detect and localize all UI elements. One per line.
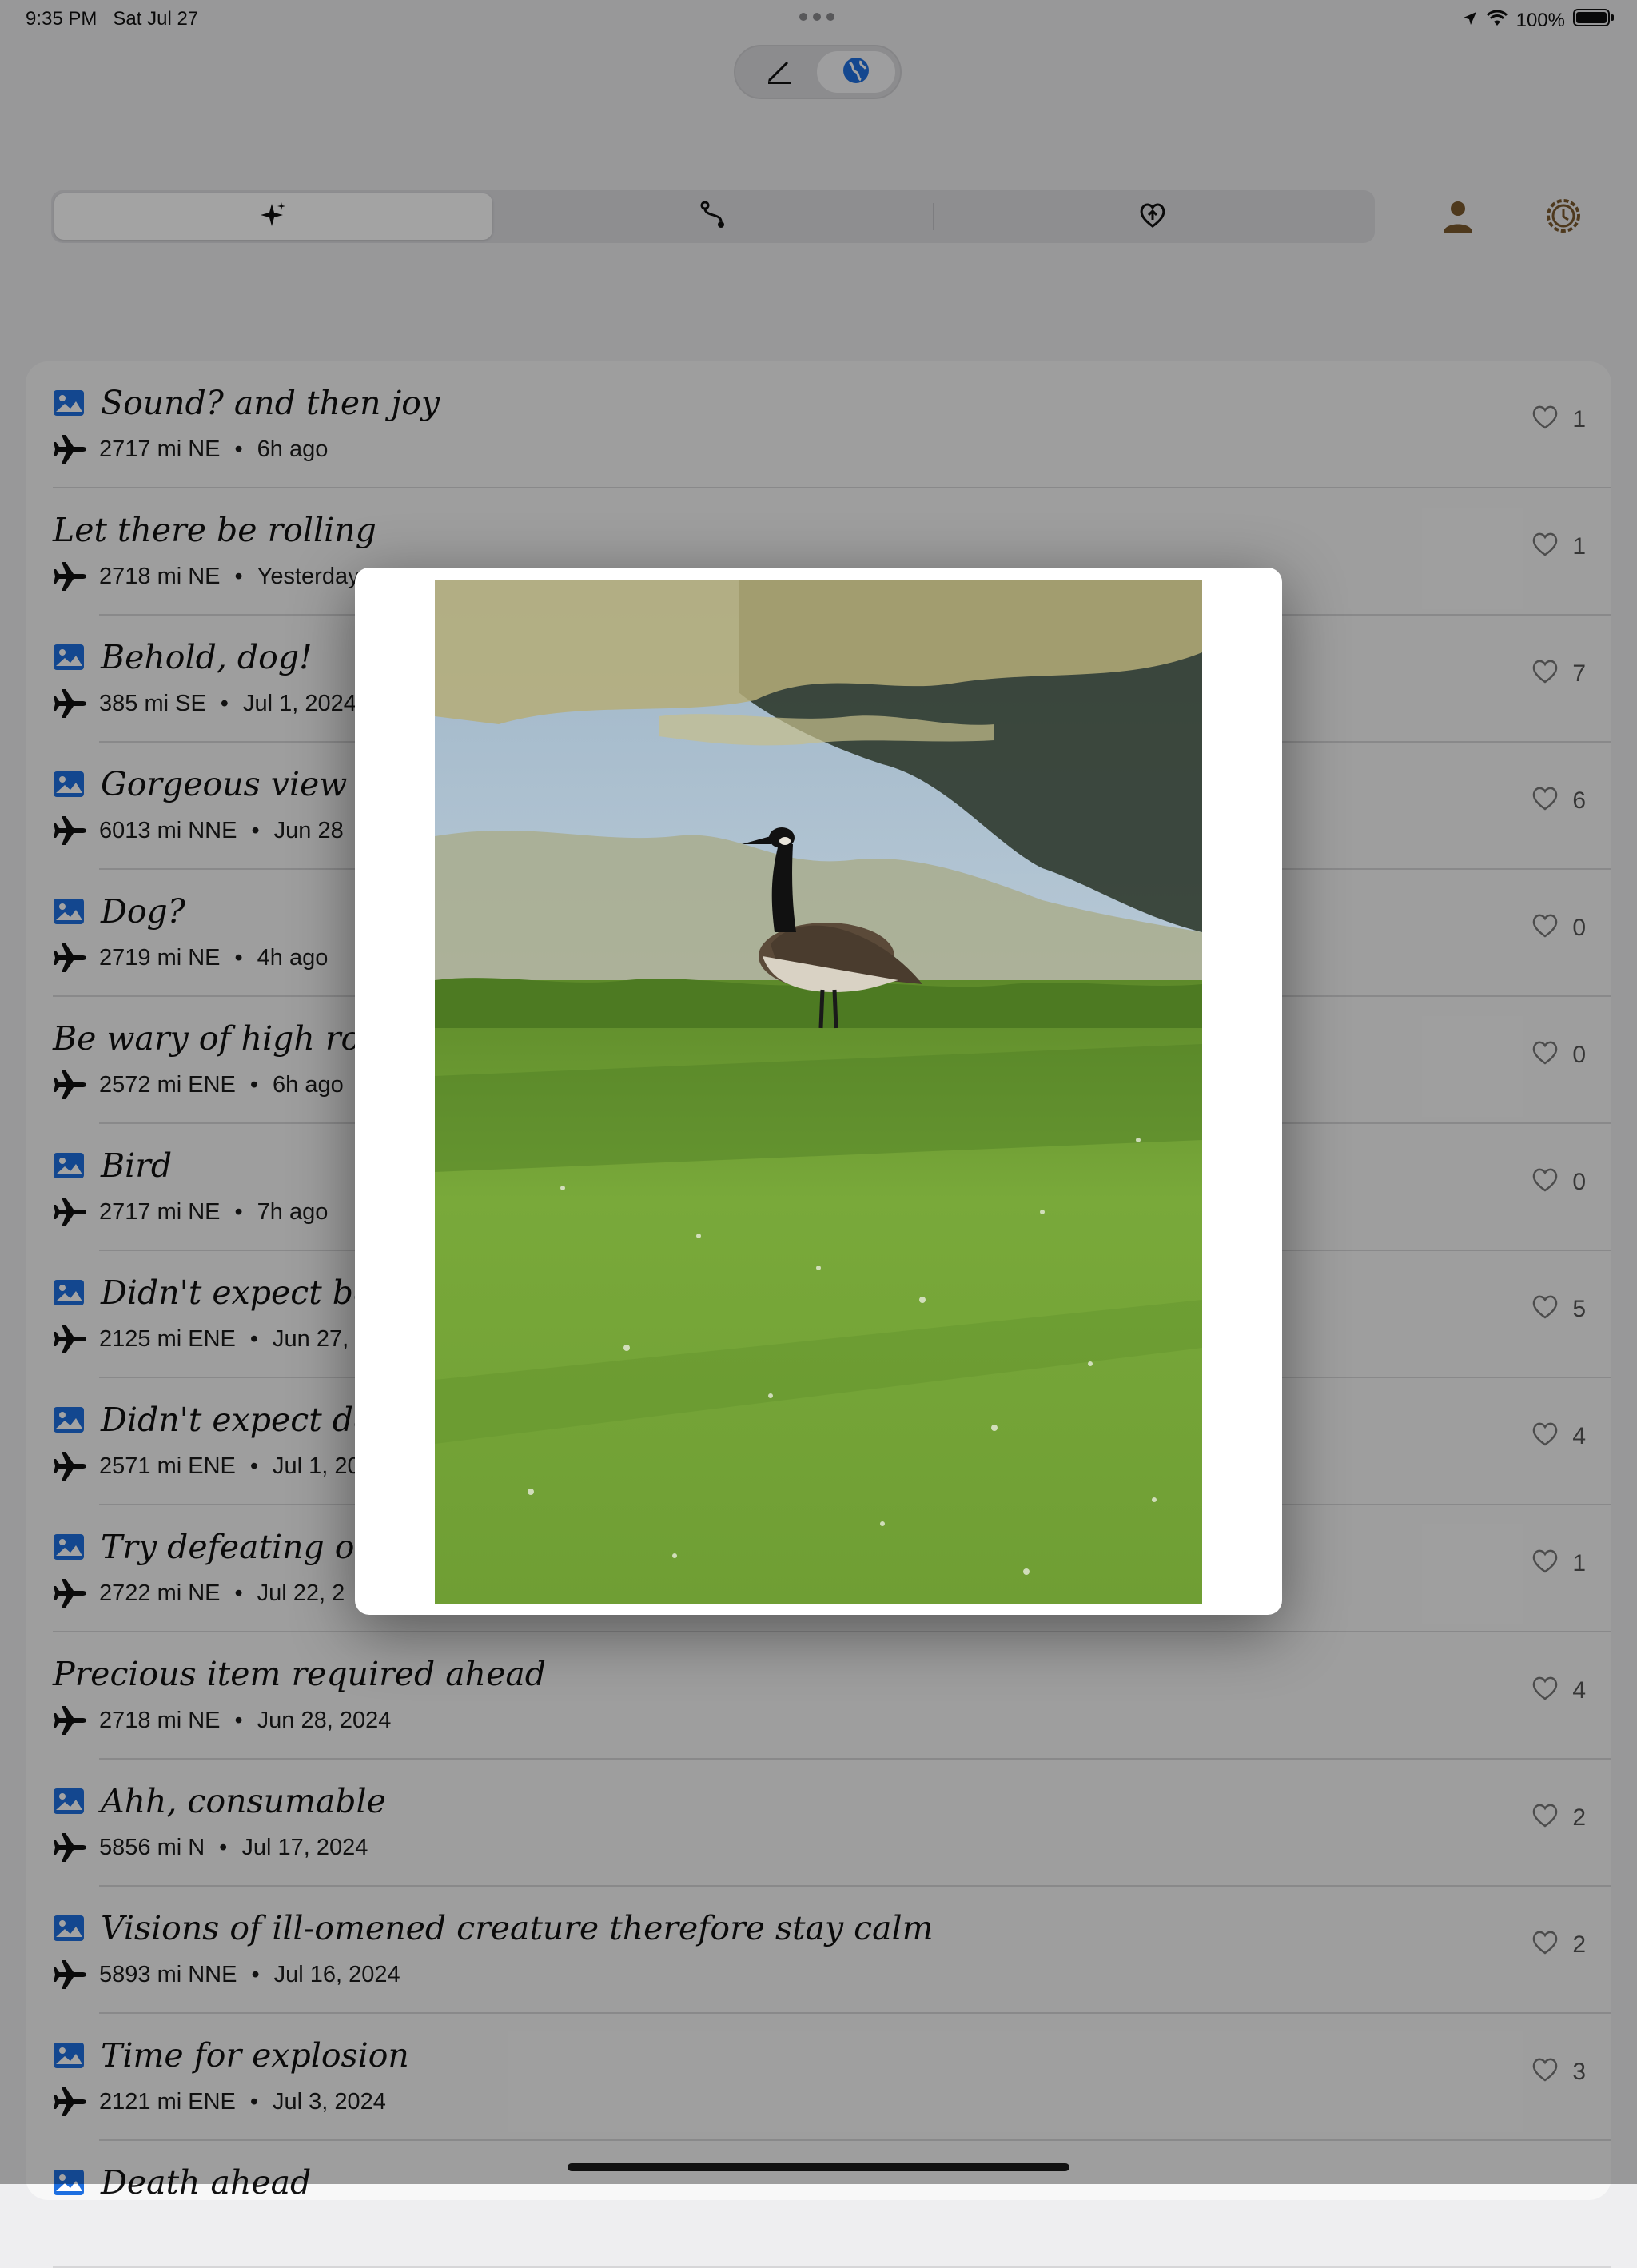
photo-modal bbox=[355, 568, 1282, 1615]
canada-goose-image bbox=[435, 580, 1202, 1604]
goose-photo bbox=[435, 580, 1202, 1604]
home-indicator[interactable] bbox=[568, 2163, 1069, 2171]
